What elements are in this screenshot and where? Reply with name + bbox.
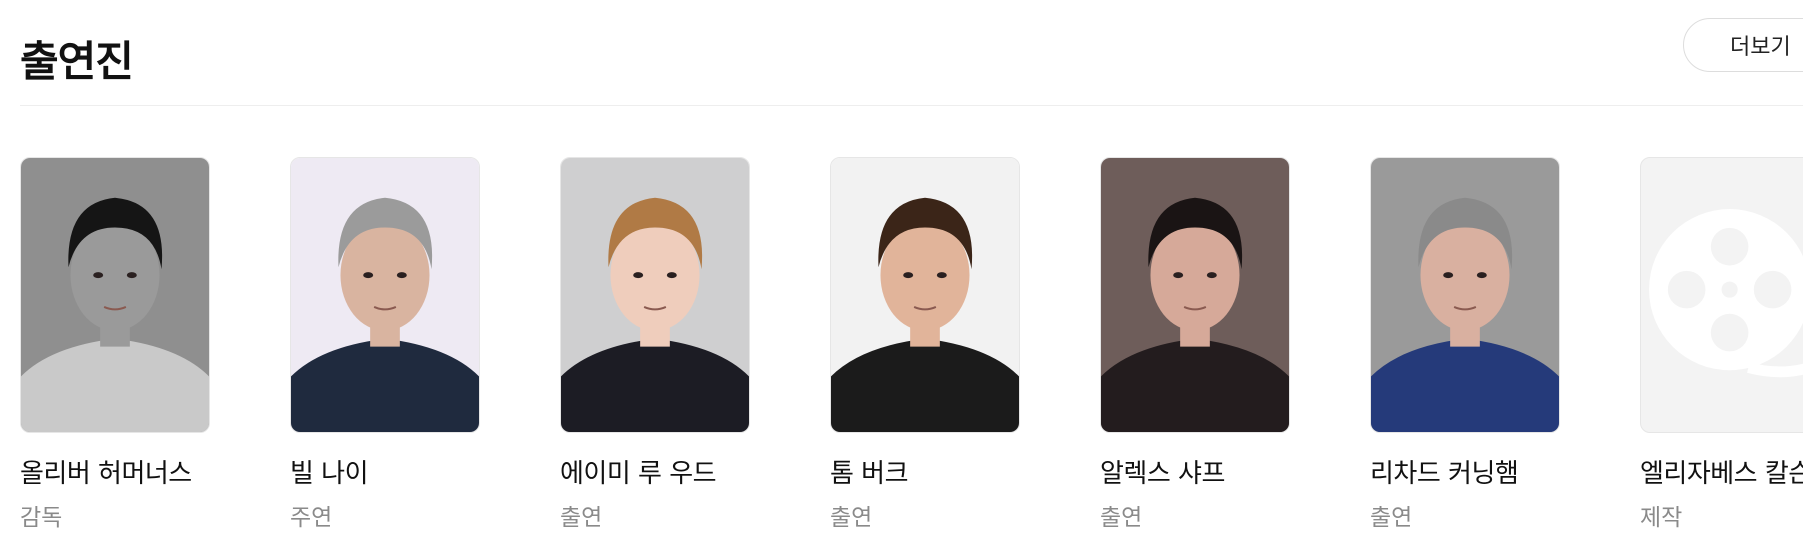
cast-photo[interactable] — [20, 157, 210, 433]
cast-photo[interactable] — [830, 157, 1020, 433]
cast-photo[interactable] — [560, 157, 750, 433]
cast-list: 올리버 허머너스 감독 빌 나이 주연 에이미 루 우드 출연 톰 버크 출연 알렉스 샤프 출연… — [20, 157, 1803, 537]
cast-card[interactable]: 톰 버크출연 — [830, 157, 1020, 532]
cast-section: 출연진 더보기 › 올리버 허머너스감독빌 나이주연에이미 루 우드출연톰 버크… — [0, 0, 1803, 557]
cast-name[interactable]: 톰 버크 — [830, 453, 1020, 490]
cast-card[interactable]: 엘리자베스 칼슨제작 — [1640, 157, 1803, 532]
cast-photo[interactable] — [1370, 157, 1560, 433]
section-header: 출연진 더보기 › — [20, 18, 1803, 88]
cast-name[interactable]: 리차드 커닝햄 — [1370, 453, 1560, 490]
portrait-image — [561, 158, 749, 432]
cast-role: 출연 — [1370, 505, 1413, 531]
cast-card[interactable]: 알렉스 샤프출연 — [1100, 157, 1290, 532]
cast-role: 출연 — [560, 505, 603, 531]
cast-role: 감독 — [20, 505, 63, 531]
cast-name[interactable]: 에이미 루 우드 — [560, 453, 750, 490]
more-button[interactable]: 더보기 › — [1683, 18, 1803, 72]
portrait-image — [1101, 158, 1289, 432]
cast-name[interactable]: 엘리자베스 칼슨 — [1640, 453, 1803, 490]
portrait-image — [21, 158, 209, 432]
cast-name[interactable]: 올리버 허머너스 — [20, 453, 210, 490]
cast-role: 출연 — [830, 505, 873, 531]
cast-photo[interactable] — [290, 157, 480, 433]
cast-photo[interactable] — [1100, 157, 1290, 433]
more-button-label: 더보기 — [1730, 35, 1791, 60]
cast-card[interactable]: 리차드 커닝햄출연 — [1370, 157, 1560, 532]
cast-role: 출연 — [1100, 505, 1143, 531]
cast-card[interactable]: 올리버 허머너스감독 — [20, 157, 210, 532]
cast-name[interactable]: 알렉스 샤프 — [1100, 453, 1290, 490]
cast-role: 제작 — [1640, 505, 1683, 531]
portrait-image — [291, 158, 479, 432]
film-reel-icon — [1649, 209, 1803, 378]
section-title: 출연진 — [20, 37, 134, 86]
cast-role: 주연 — [290, 505, 333, 531]
cast-name[interactable]: 빌 나이 — [290, 453, 480, 490]
cast-card[interactable]: 에이미 루 우드출연 — [560, 157, 750, 532]
portrait-image — [831, 158, 1019, 432]
divider — [20, 105, 1803, 106]
cast-card[interactable]: 빌 나이주연 — [290, 157, 480, 532]
photo-placeholder[interactable] — [1640, 157, 1803, 433]
portrait-image — [1371, 158, 1559, 432]
